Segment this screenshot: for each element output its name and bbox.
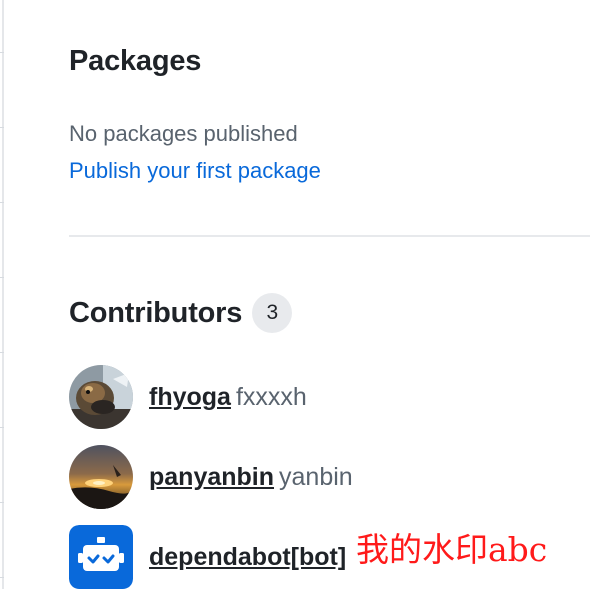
dependabot-robot-icon — [69, 525, 133, 589]
contributor-item-fhyoga[interactable]: fhyoga fxxxxh — [69, 365, 307, 429]
contributor-fullname: fxxxxh — [235, 383, 307, 411]
contributor-login[interactable]: panyanbin — [149, 463, 274, 491]
avatar-panyanbin[interactable] — [69, 445, 133, 509]
contributor-names: fhyoga fxxxxh — [149, 382, 307, 412]
sunset-photo-icon — [69, 445, 133, 509]
watermark-text: 我的水印abc — [356, 530, 548, 569]
contributors-heading[interactable]: Contributors 3 — [69, 293, 293, 333]
publish-first-package-link[interactable]: Publish your first package — [69, 157, 321, 185]
avatar-dependabot[interactable] — [69, 525, 133, 589]
contributor-fullname: yanbin — [279, 463, 353, 491]
packages-heading[interactable]: Packages — [69, 43, 201, 79]
contributors-count-badge: 3 — [252, 293, 293, 333]
contributor-item-dependabot[interactable]: dependabot[bot] — [69, 525, 351, 589]
hamster-photo-icon — [69, 365, 133, 429]
packages-empty-text: No packages published — [69, 121, 298, 146]
section-divider — [69, 235, 590, 237]
contributors-heading-label: Contributors — [69, 297, 243, 329]
contributor-names: panyanbin yanbin — [149, 462, 353, 492]
avatar-fhyoga[interactable] — [69, 365, 133, 429]
contributor-login[interactable]: dependabot[bot] — [149, 543, 346, 571]
contributor-item-panyanbin[interactable]: panyanbin yanbin — [69, 445, 353, 509]
contributor-login[interactable]: fhyoga — [149, 383, 231, 411]
left-gutter-ticks — [0, 0, 4, 589]
contributor-names: dependabot[bot] — [149, 542, 351, 572]
